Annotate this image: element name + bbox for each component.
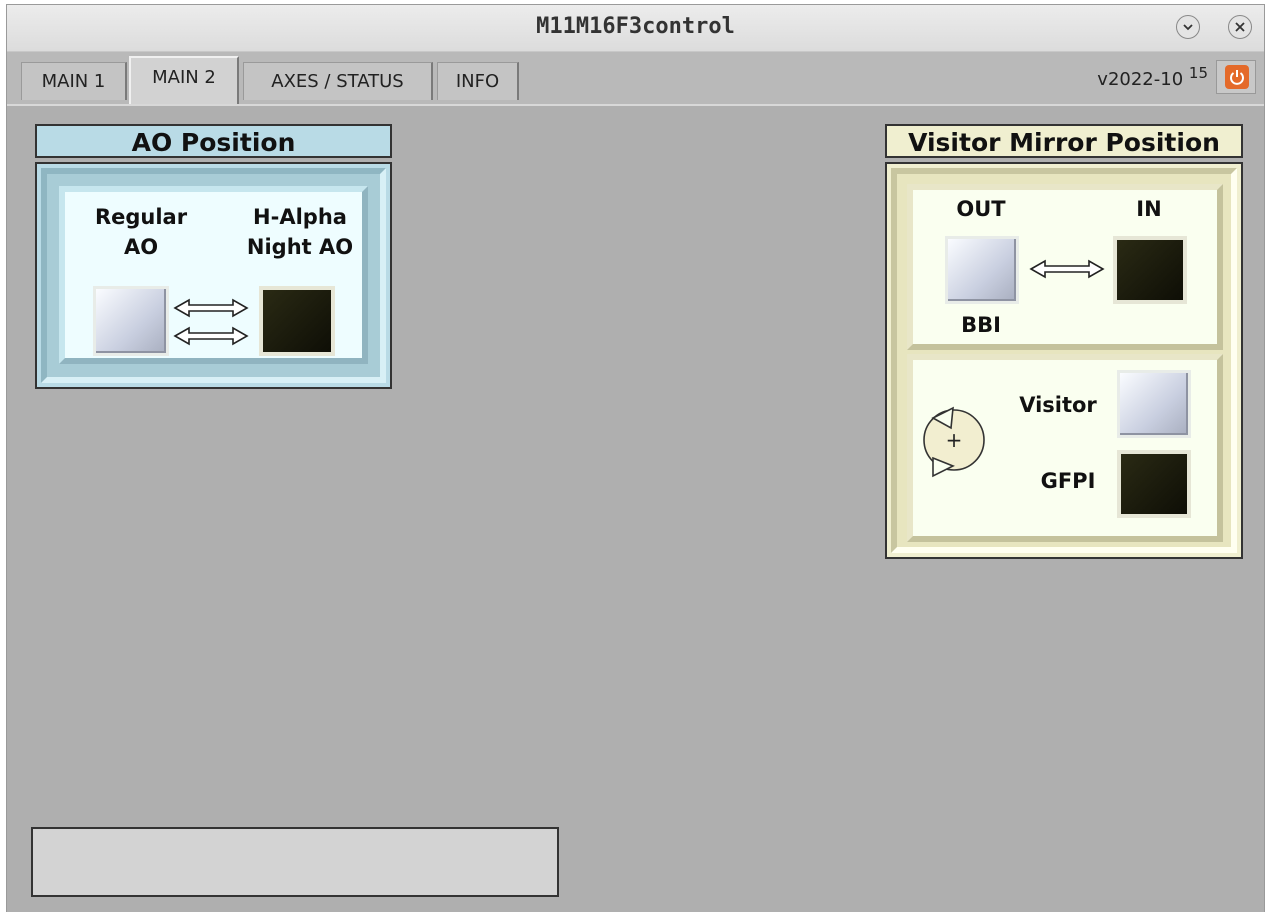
app-window: M11M16F3control MAIN 1 MAIN 2 AXES / STA… [6,4,1265,912]
gfpi-label: GFPI [1040,469,1096,493]
double-arrow-icon [1029,259,1105,279]
tab-main-1[interactable]: MAIN 1 [21,62,127,100]
rotate-icon: + [923,406,985,478]
out-label: OUT [956,197,1006,221]
status-message-box [31,827,559,897]
double-arrow-icon [173,298,249,346]
visitor-mirror-panel: OUT IN BBI + Visitor GFPI [885,162,1243,559]
version-text: v2022-10 [1097,69,1184,90]
ao-position-title: AO Position [35,124,392,158]
ao-position-bevel: Regular AO H-Alpha Night AO [41,168,386,383]
version-label: v2022-10 15 [1097,64,1208,90]
close-icon[interactable] [1228,15,1252,39]
version-superscript: 15 [1188,64,1208,82]
visitor-label: Visitor [1019,393,1097,417]
regular-ao-button[interactable] [93,286,169,356]
tab-info[interactable]: INFO [437,62,519,100]
visitor-mirror-bevel: OUT IN BBI + Visitor GFPI [891,168,1237,553]
regular-ao-label-1: Regular [94,205,188,229]
bbi-label: BBI [961,313,1001,337]
power-button[interactable] [1216,60,1256,94]
bbi-out-button[interactable] [945,236,1019,304]
halpha-label-2: Night AO [246,235,354,259]
visitor-button[interactable] [1117,370,1191,438]
ao-position-inner: Regular AO H-Alpha Night AO [59,186,368,364]
ao-position-panel: Regular AO H-Alpha Night AO [35,162,392,389]
power-icon [1225,65,1249,89]
visitor-mirror-title: Visitor Mirror Position [885,124,1243,158]
svg-text:+: + [946,428,963,452]
halpha-night-ao-button[interactable] [259,286,335,356]
main-content: AO Position Regular AO H-Alpha Night AO [7,104,1264,912]
tab-main-2[interactable]: MAIN 2 [129,56,239,104]
gfpi-button[interactable] [1117,450,1191,518]
tab-bar: MAIN 1 MAIN 2 AXES / STATUS INFO v2022-1… [7,52,1264,104]
title-bar: M11M16F3control [7,5,1264,52]
bbi-in-button[interactable] [1113,236,1187,304]
regular-ao-label-2: AO [123,235,159,259]
bbi-box: OUT IN BBI [907,184,1223,350]
window-title: M11M16F3control [536,14,735,39]
halpha-label-1: H-Alpha [253,205,347,229]
chevron-down-icon[interactable] [1176,15,1200,39]
visitor-gfpi-box: + Visitor GFPI [907,354,1223,542]
tab-axes-status[interactable]: AXES / STATUS [243,62,433,100]
in-label: IN [1136,197,1162,221]
